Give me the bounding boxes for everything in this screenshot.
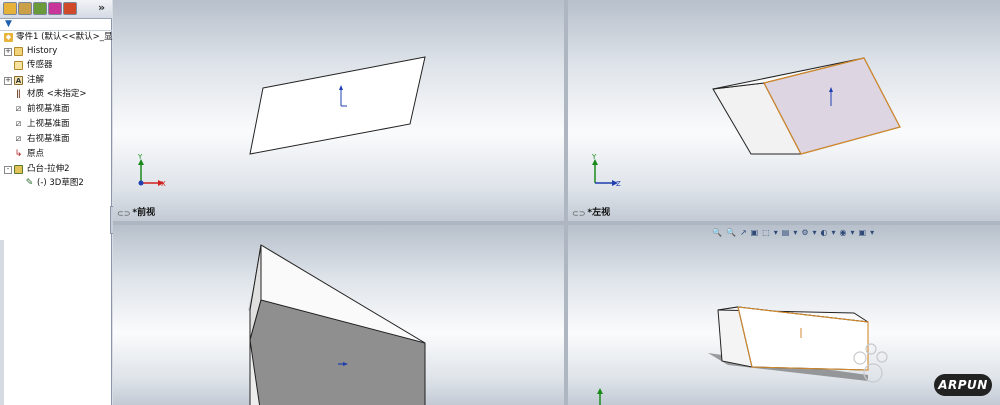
apply-scene-dropdown-icon[interactable]: ▾ [851, 227, 855, 238]
tree-item-label: 注解 [27, 75, 45, 85]
left-view-graphics: Y Z [591, 57, 901, 188]
tree-item-label: 原点 [27, 149, 45, 159]
tree-item-label: 零件1 (默认<<默认>_显 [16, 32, 113, 42]
edit-appearance-dropdown-icon[interactable]: ▾ [832, 227, 836, 238]
tree-item-label: History [27, 46, 58, 56]
display-manager-tab-icon[interactable] [63, 2, 77, 15]
plane-icon: ⧄ [15, 119, 22, 129]
link-views-icon[interactable]: ⊂⊃ [117, 209, 130, 218]
hide-show-items-icon[interactable]: ⚙ [801, 227, 808, 238]
triad-y-arrow-icon [597, 388, 603, 394]
watermark-logo: ARPUN [934, 374, 992, 396]
view-orientation-dropdown-icon[interactable]: ▾ [774, 227, 778, 238]
origin-icon: ↳ [14, 149, 23, 159]
isometric-view-graphics [248, 244, 426, 405]
plane-icon: ⧄ [15, 104, 22, 114]
view-orientation-icon[interactable]: ⬚ [762, 227, 770, 238]
triad-origin-dot [138, 180, 144, 186]
triad-y-label: Y [591, 153, 597, 161]
annotation-icon: A [14, 76, 23, 85]
link-views-icon[interactable]: ⊂⊃ [572, 209, 585, 218]
viewport-front[interactable]: Y X ⊂⊃ *前视 [113, 0, 564, 221]
feature-manager-tab-icon[interactable] [3, 2, 17, 15]
viewport-isometric[interactable] [113, 225, 564, 405]
configuration-manager-tab-icon[interactable] [33, 2, 47, 15]
view-settings-dropdown-icon[interactable]: ▾ [870, 227, 874, 238]
panel-edge [0, 240, 4, 405]
sensor-folder-icon [14, 61, 23, 70]
zoom-to-fit-icon[interactable]: 🔍 [712, 227, 722, 238]
previous-view-icon[interactable]: ↗ [740, 227, 747, 238]
hide-show-dropdown-icon[interactable]: ▾ [813, 227, 817, 238]
viewport-splitter-vertical[interactable] [564, 0, 568, 405]
viewport-label-left: ⊂⊃ *左视 [572, 208, 611, 218]
triad-x-label: X [161, 180, 166, 188]
edit-appearance-icon[interactable]: ◐ [821, 227, 828, 238]
part-icon: ◆ [4, 33, 13, 42]
property-manager-tab-icon[interactable] [18, 2, 32, 15]
front-view-graphics: Y X [137, 56, 426, 188]
tree-item-label: 材质 <未指定> [27, 89, 87, 99]
tabs-expand-button[interactable]: » [98, 2, 105, 14]
tree-expander-plus[interactable]: + [4, 48, 12, 56]
display-style-dropdown-icon[interactable]: ▾ [793, 227, 797, 238]
viewport-left[interactable]: Y Z ⊂⊃ *左视 [568, 0, 1000, 221]
material-icon: ǁ [16, 89, 21, 99]
feature-manager-tabs: » [0, 0, 112, 19]
sketch-3d-icon: ✎ [25, 178, 34, 188]
tree-filter-row[interactable]: ▼ [0, 19, 112, 31]
section-view-icon[interactable]: ▣ [751, 227, 759, 238]
viewport-label-front: ⊂⊃ *前视 [117, 208, 156, 218]
apply-scene-icon[interactable]: ◉ [840, 227, 847, 238]
zoom-to-area-icon[interactable]: 🔍 [726, 227, 736, 238]
triad-z-label: Z [616, 180, 621, 188]
triad-y-label: Y [137, 153, 143, 161]
tree-item-label: (-) 3D草图2 [37, 178, 84, 188]
extrude-icon [14, 165, 23, 174]
feature-manager-panel: » ▼ ◆ 零件1 (默认<<默认>_显 + History 传感器 + A 注… [0, 0, 113, 405]
history-folder-icon [14, 47, 23, 56]
viewport-splitter-horizontal[interactable] [113, 221, 1000, 225]
tree-item-label: 凸台-拉伸2 [27, 164, 70, 174]
planar-face [249, 56, 426, 155]
tree-expander-plus[interactable]: + [4, 77, 12, 85]
tree-item-label: 前视基准面 [27, 104, 70, 114]
view-settings-icon[interactable]: ▣ [859, 227, 867, 238]
tree-item-label: 右视基准面 [27, 134, 70, 144]
display-style-icon[interactable]: ▤ [782, 227, 790, 238]
tree-item-label: 上视基准面 [27, 119, 70, 129]
dimxpert-tab-icon[interactable] [48, 2, 62, 15]
heads-up-view-toolbar: 🔍 🔍 ↗ ▣ ⬚ ▾ ▤ ▾ ⚙ ▾ ◐ ▾ ◉ ▾ ▣ ▾ [712, 227, 878, 238]
plane-icon: ⧄ [15, 134, 22, 144]
tree-expander-minus[interactable]: - [4, 166, 12, 174]
filter-icon[interactable]: ▼ [5, 19, 12, 30]
tree-item-label: 传感器 [27, 60, 53, 70]
